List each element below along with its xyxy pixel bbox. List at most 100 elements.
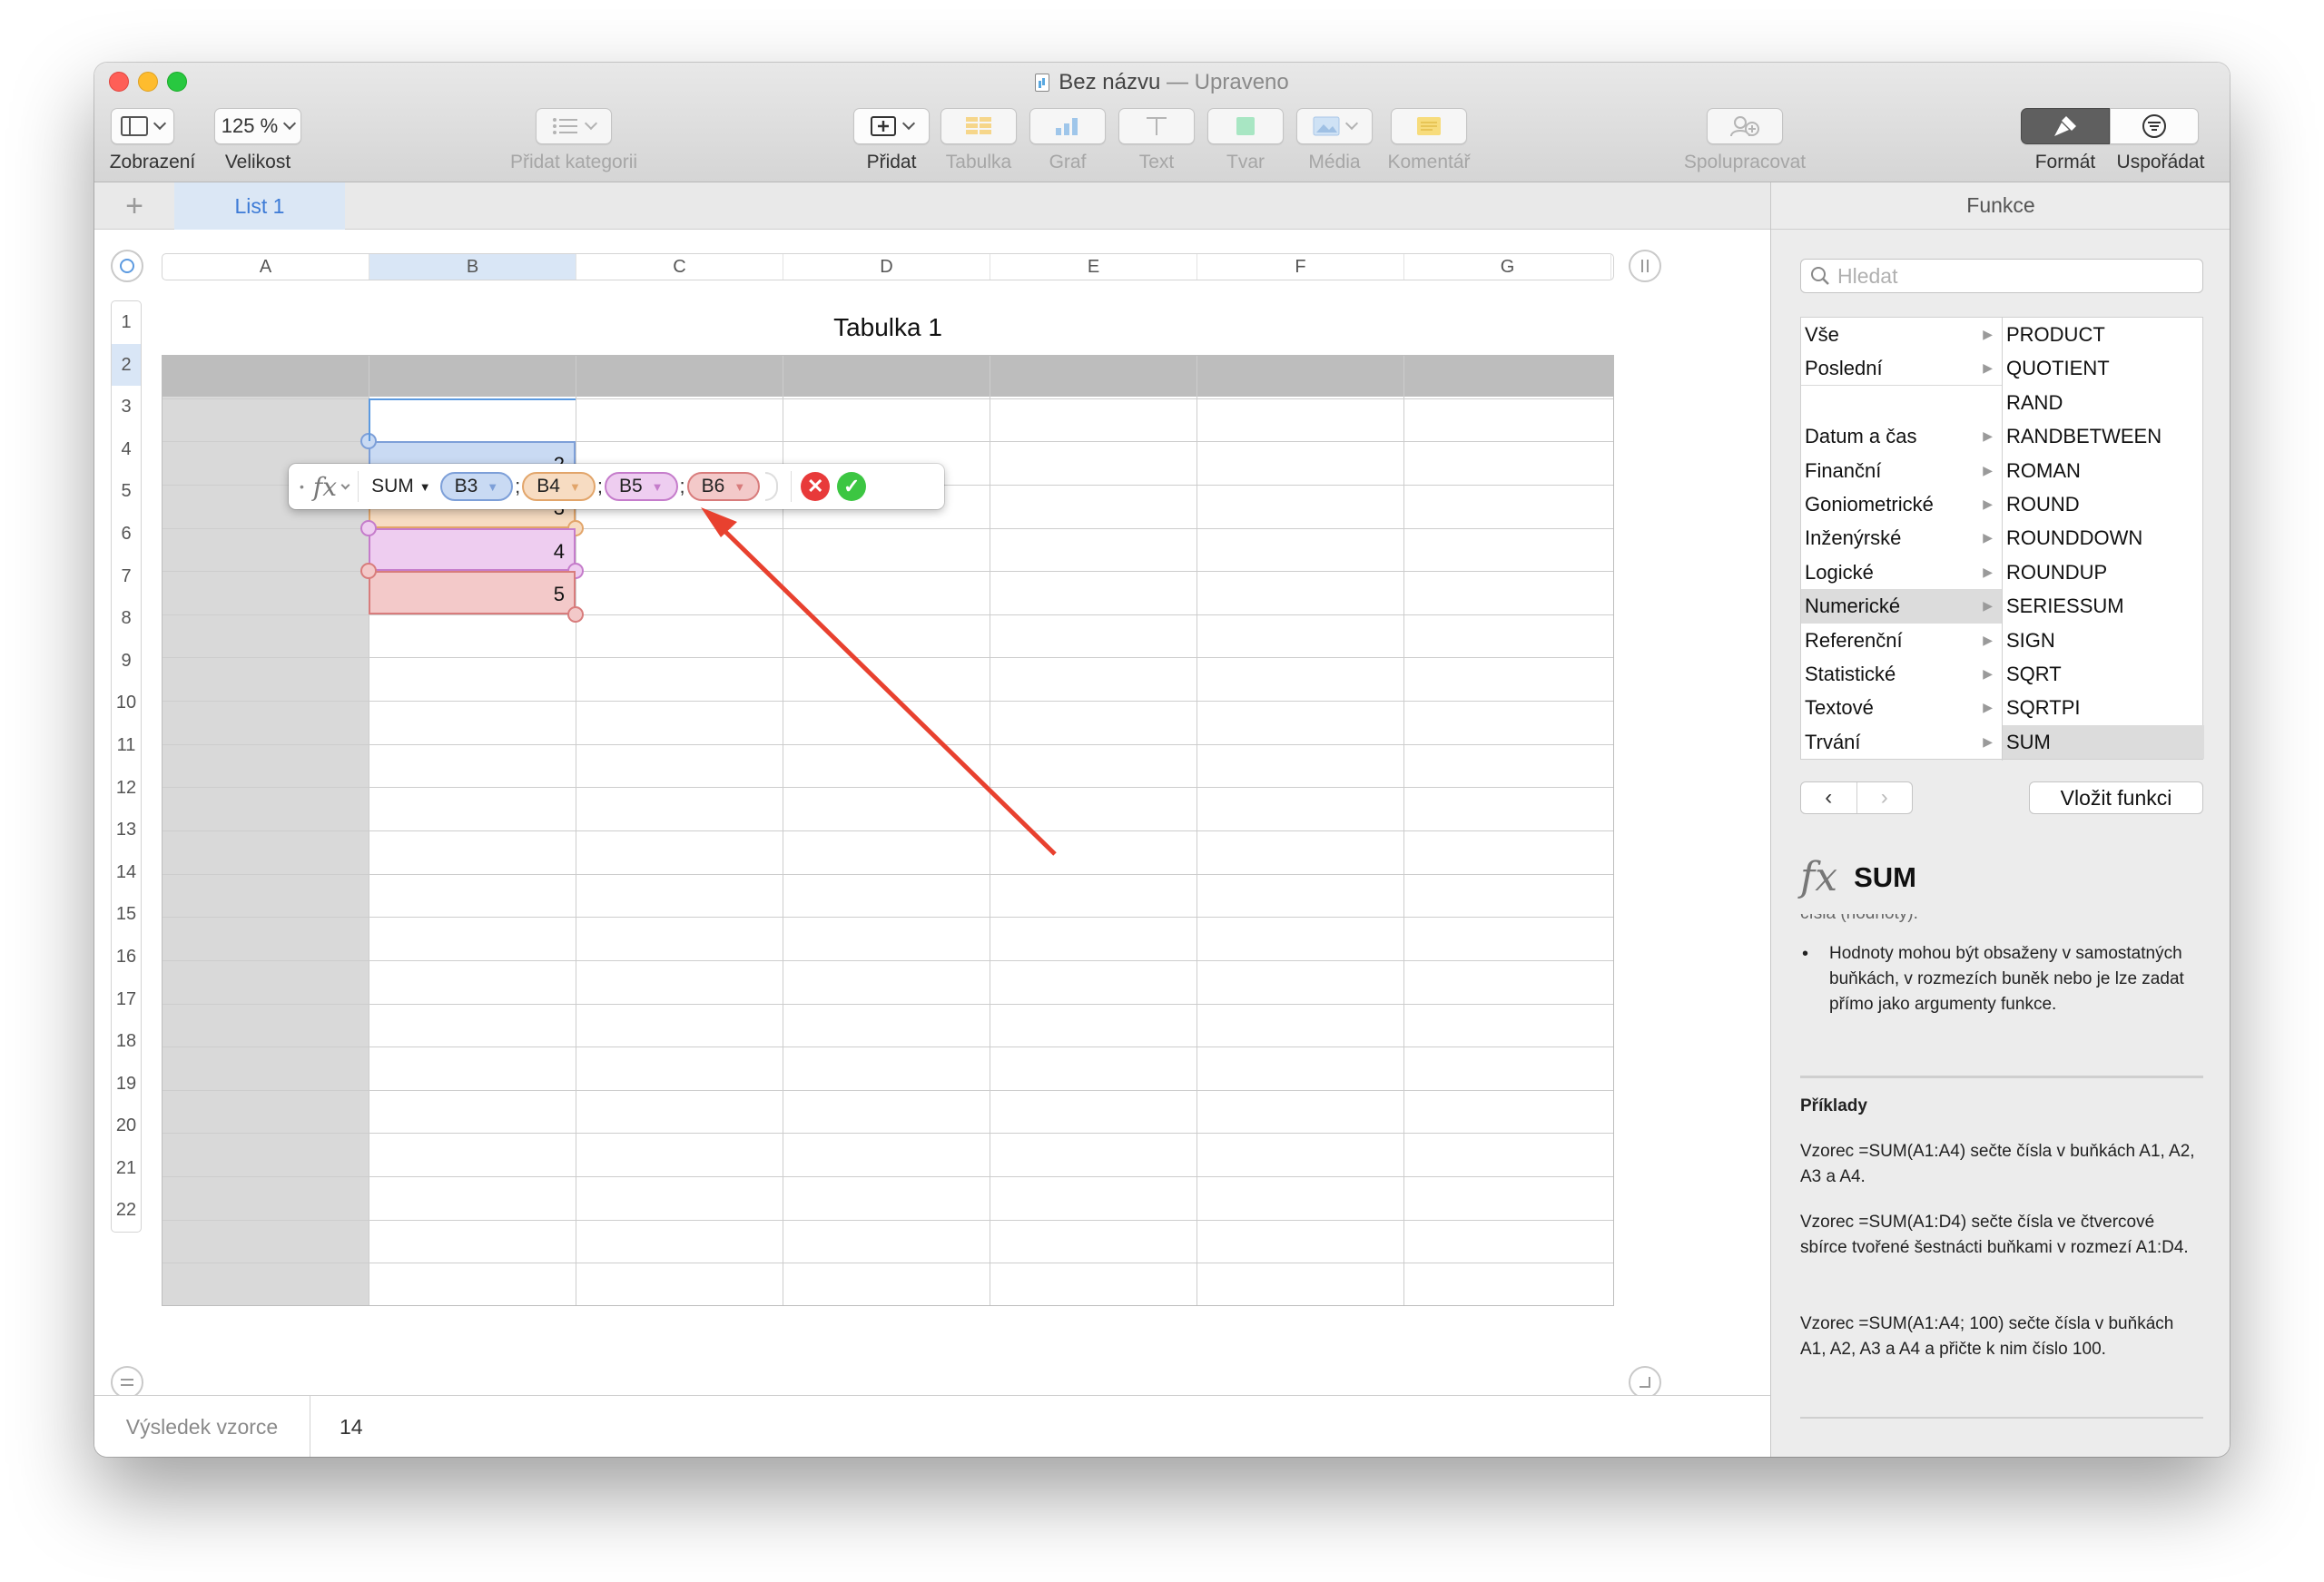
- search-placeholder: Hledat: [1837, 263, 1898, 288]
- examples-heading: Příklady: [1800, 1096, 1867, 1115]
- formula-result-value: 14: [340, 1414, 363, 1439]
- sheet-canvas: ABCDEFG 1 2 3 4 5 6 7 8 9 10 11 12 13 14 15 16 17 18 19 20 2…: [94, 230, 1770, 1399]
- fx-icon: fx: [1800, 854, 1838, 900]
- function-item[interactable]: SUM: [2003, 724, 2204, 760]
- function-item[interactable]: RAND: [2003, 386, 2204, 419]
- document-icon: [1035, 74, 1050, 92]
- insert-icon: [871, 116, 896, 136]
- functions-panel: Funkce Hledat Vše ▶ Poslední ▶ Datum a čas ▶ F…: [1770, 182, 2230, 1457]
- example-2: Vzorec =SUM(A1:D4) sečte čísla ve čtverc…: [1800, 1213, 2189, 1257]
- category-list: Vše ▶ Poslední ▶ Datum a čas ▶ Finanční ▶ Goniom…: [1801, 318, 2003, 761]
- organize-label: Uspořádat: [2116, 152, 2205, 172]
- formula-result-label: Výsledek vzorce: [94, 1396, 310, 1457]
- function-item[interactable]: PRODUCT: [2003, 318, 2204, 351]
- text-button[interactable]: [1118, 108, 1195, 144]
- function-item[interactable]: SQRT: [2003, 657, 2204, 691]
- function-item[interactable]: ROUNDDOWN: [2003, 521, 2204, 555]
- disclosure-arrow-icon: ▶: [1983, 327, 1993, 341]
- disclosure-arrow-icon: ▶: [1983, 564, 1993, 579]
- function-item[interactable]: ROMAN: [2003, 454, 2204, 487]
- view-label: Zobrazení: [109, 152, 196, 172]
- shape-button[interactable]: [1207, 108, 1284, 144]
- panel-title: Funkce: [1771, 182, 2230, 230]
- disclosure-arrow-icon: ▶: [1983, 530, 1993, 545]
- chart-icon: [1056, 118, 1078, 135]
- description-bullet: Hodnoty mohou být obsaženy v samostatnýc…: [1800, 941, 2203, 1017]
- format-label: Formát: [2034, 152, 2096, 172]
- search-icon: [1811, 267, 1829, 285]
- sheet-tab-list-1[interactable]: List 1: [174, 182, 345, 230]
- organize-icon: [2142, 114, 2166, 138]
- function-item[interactable]: ROUND: [2003, 487, 2204, 521]
- disclosure-arrow-icon: ▶: [1983, 598, 1993, 614]
- insert-button[interactable]: [853, 108, 930, 144]
- sidebar-icon: [121, 116, 148, 136]
- paintbrush-icon: [2054, 116, 2076, 136]
- chevron-down-icon: [153, 116, 167, 131]
- function-search-input[interactable]: Hledat: [1800, 259, 2203, 293]
- example-3: Vzorec =SUM(A1:A4; 100) sečte čísla v bu…: [1800, 1314, 2174, 1359]
- table-icon: [966, 117, 991, 134]
- add-sheet-button[interactable]: +: [94, 182, 174, 230]
- view-button[interactable]: [111, 108, 174, 144]
- add-category-button[interactable]: [536, 108, 612, 144]
- format-button[interactable]: [2021, 108, 2110, 144]
- back-button[interactable]: ‹: [1801, 782, 1856, 813]
- table-button[interactable]: [940, 108, 1017, 144]
- window-title: Bez názvu — Upraveno: [94, 70, 2230, 95]
- function-item[interactable]: SQRTPI: [2003, 691, 2204, 724]
- disclosure-arrow-icon: ▶: [1983, 632, 1993, 647]
- shape-icon: [1236, 117, 1255, 135]
- function-browser: Vše ▶ Poslední ▶ Datum a čas ▶ Finanční ▶ Goniom…: [1800, 317, 2204, 761]
- insert-function-button[interactable]: Vložit funkci: [2029, 781, 2203, 814]
- clipped-description-line: čísla (hodnoty).: [1800, 914, 2203, 927]
- comment-button[interactable]: [1391, 108, 1467, 144]
- disclosure-arrow-icon: ▶: [1983, 462, 1993, 477]
- category-item[interactable]: Trvání ▶: [1801, 725, 2002, 759]
- chevron-down-icon: [901, 116, 916, 131]
- category-item[interactable]: Goniometrické ▶: [1801, 487, 2002, 521]
- comment-icon: [1417, 117, 1441, 135]
- collaborate-label: Spolupracovat: [1683, 152, 1807, 172]
- chevron-down-icon: [283, 116, 297, 131]
- example-1: Vzorec =SUM(A1:A4) sečte čísla v buňkách…: [1800, 1142, 2195, 1186]
- chevron-down-icon: [584, 116, 598, 131]
- category-item[interactable]: Logické ▶: [1801, 555, 2002, 589]
- organize-button[interactable]: [2110, 108, 2199, 144]
- disclosure-arrow-icon: ▶: [1983, 428, 1993, 444]
- zoom-select[interactable]: 125 %: [214, 108, 301, 144]
- function-heading: fx SUM: [1800, 854, 1916, 900]
- function-item[interactable]: SIGN: [2003, 624, 2204, 657]
- category-item[interactable]: Inženýrské ▶: [1801, 521, 2002, 555]
- divider: [1800, 1076, 2203, 1078]
- category-item[interactable]: Numerické ▶: [1801, 589, 2002, 624]
- category-separator: [1801, 386, 2002, 419]
- collaborate-icon: [1730, 116, 1759, 137]
- formula-result-bar: Výsledek vzorce 14: [94, 1395, 1770, 1457]
- comment-label: Komentář: [1387, 152, 1471, 172]
- function-item[interactable]: RANDBETWEEN: [2003, 419, 2204, 453]
- category-item[interactable]: Finanční ▶: [1801, 454, 2002, 487]
- titlebar: Bez názvu — Upraveno Zobrazení 125 % Vel…: [94, 63, 2230, 182]
- forward-button[interactable]: ›: [1856, 782, 1913, 813]
- numbers-window: Bez názvu — Upraveno Zobrazení 125 % Vel…: [94, 63, 2230, 1457]
- category-item[interactable]: Datum a čas ▶: [1801, 419, 2002, 453]
- history-nav: ‹ ›: [1800, 781, 1913, 814]
- category-item[interactable]: Vše ▶: [1801, 318, 2002, 351]
- disclosure-arrow-icon: ▶: [1983, 700, 1993, 715]
- function-item[interactable]: SERIESSUM: [2003, 589, 2204, 623]
- sheet-tabbar: + List 1: [94, 182, 1770, 230]
- media-button[interactable]: [1296, 108, 1373, 144]
- disclosure-arrow-icon: ▶: [1983, 665, 1993, 681]
- collaborate-button[interactable]: [1707, 108, 1783, 144]
- function-list: PRODUCT QUOTIENT RAND RANDBETWEEN ROMAN ROUND…: [2003, 318, 2204, 761]
- category-item[interactable]: Statistické ▶: [1801, 657, 2002, 691]
- category-item[interactable]: Textové ▶: [1801, 691, 2002, 724]
- category-item[interactable]: Poslední ▶: [1801, 351, 2002, 386]
- category-item[interactable]: Referenční ▶: [1801, 624, 2002, 657]
- function-item[interactable]: ROUNDUP: [2003, 555, 2204, 589]
- function-item[interactable]: QUOTIENT: [2003, 351, 2204, 385]
- chevron-down-icon: [1344, 116, 1359, 131]
- chart-button[interactable]: [1029, 108, 1106, 144]
- add-category-label: Přidat kategorii: [509, 152, 638, 172]
